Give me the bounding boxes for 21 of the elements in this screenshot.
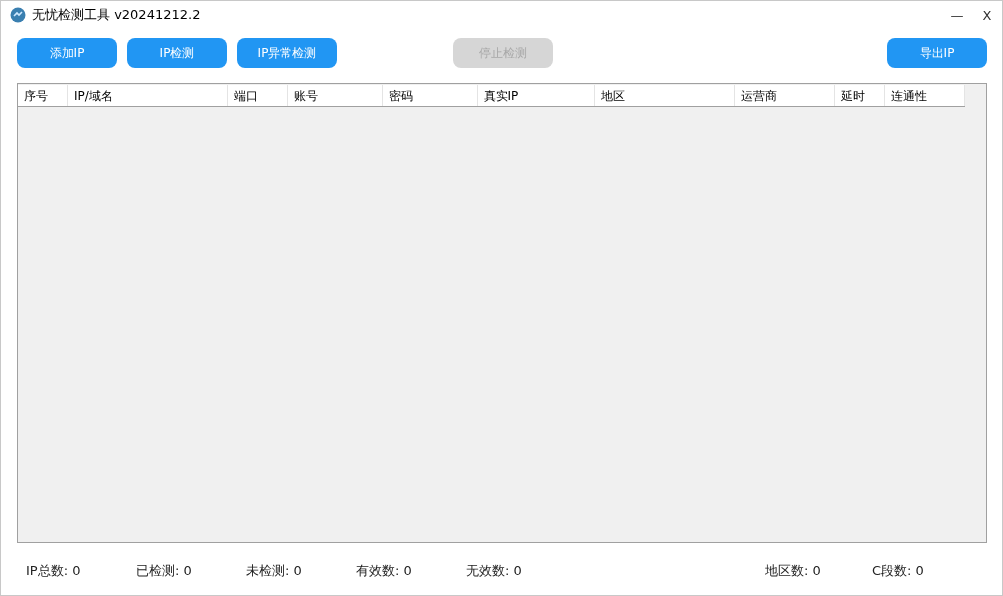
status-count: 未检测: 0 [246, 562, 303, 580]
status-count: 已检测: 0 [136, 562, 193, 580]
status-count: C段数: 0 [872, 562, 925, 580]
column-header[interactable]: 延时 [835, 85, 886, 106]
column-header[interactable]: 序号 [18, 85, 68, 106]
status-count: 无效数: 0 [466, 562, 523, 580]
close-button[interactable]: X [972, 7, 1002, 23]
status-count: IP总数: 0 [26, 562, 82, 580]
column-header[interactable]: 真实IP [477, 85, 596, 106]
column-header[interactable]: 端口 [227, 85, 288, 106]
column-header[interactable]: 地区 [595, 85, 736, 106]
column-header[interactable]: 运营商 [735, 85, 836, 106]
column-header[interactable]: 账号 [287, 85, 383, 106]
column-header[interactable]: IP/域名 [67, 85, 228, 106]
status-count: 地区数: 0 [765, 562, 822, 580]
status-count: 有效数: 0 [356, 562, 413, 580]
column-header[interactable]: 密码 [382, 85, 478, 106]
minimize-button[interactable]: — [942, 7, 972, 23]
window-title: 无忧检测工具 v20241212.2 [32, 6, 202, 24]
app-logo-icon [10, 7, 26, 23]
column-header[interactable]: 连通性 [885, 85, 965, 106]
